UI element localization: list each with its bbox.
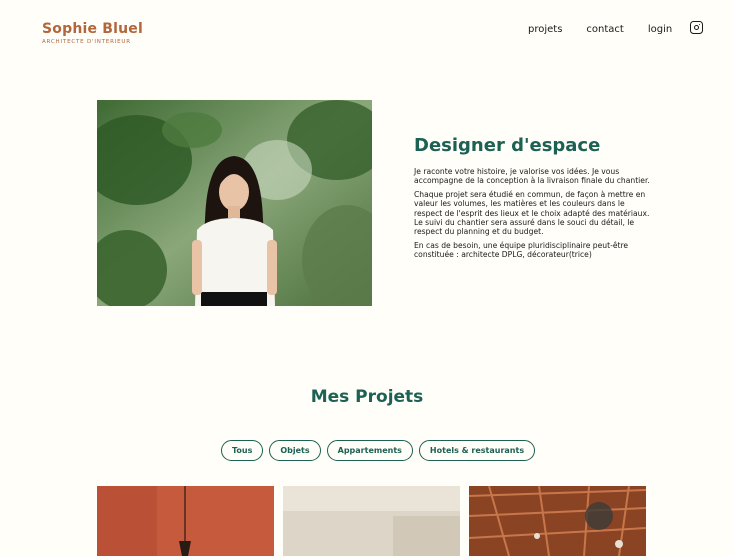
logo[interactable]: Sophie Bluel ARCHITECTE D'INTERIEUR	[42, 21, 143, 45]
filter-button-hotels-restaurants[interactable]: Hotels & restaurants	[418, 440, 536, 461]
filter-button-objets[interactable]: Objets	[269, 440, 321, 461]
nav-link-login[interactable]: login	[648, 24, 672, 35]
main-nav: projets contact login	[528, 24, 696, 35]
project-thumbnail[interactable]	[469, 486, 646, 556]
intro-section: Designer d'espace Je raconte votre histo…	[414, 135, 654, 264]
project-thumbnail[interactable]	[97, 486, 274, 556]
filter-bar: Tous Objets Appartements Hotels & restau…	[221, 440, 541, 461]
intro-title: Designer d'espace	[414, 135, 601, 156]
nav-link-projets[interactable]: projets	[528, 24, 562, 35]
filter-button-appartements[interactable]: Appartements	[326, 440, 413, 461]
profile-photo	[97, 100, 372, 306]
filter-button-tous[interactable]: Tous	[221, 440, 264, 461]
project-gallery	[97, 486, 655, 556]
intro-paragraph: Chaque projet sera étudié en commun, de …	[414, 189, 650, 237]
projects-title: Mes Projets	[310, 387, 424, 407]
logo-subtitle: ARCHITECTE D'INTERIEUR	[42, 39, 131, 45]
nav-link-contact[interactable]: contact	[586, 24, 623, 35]
intro-paragraph: En cas de besoin, une équipe pluridiscip…	[414, 240, 629, 260]
instagram-icon[interactable]	[690, 21, 703, 34]
project-thumbnail[interactable]	[283, 486, 460, 556]
logo-title: Sophie Bluel	[42, 21, 143, 37]
intro-paragraph: Je raconte votre histoire, je valorise v…	[414, 167, 650, 186]
